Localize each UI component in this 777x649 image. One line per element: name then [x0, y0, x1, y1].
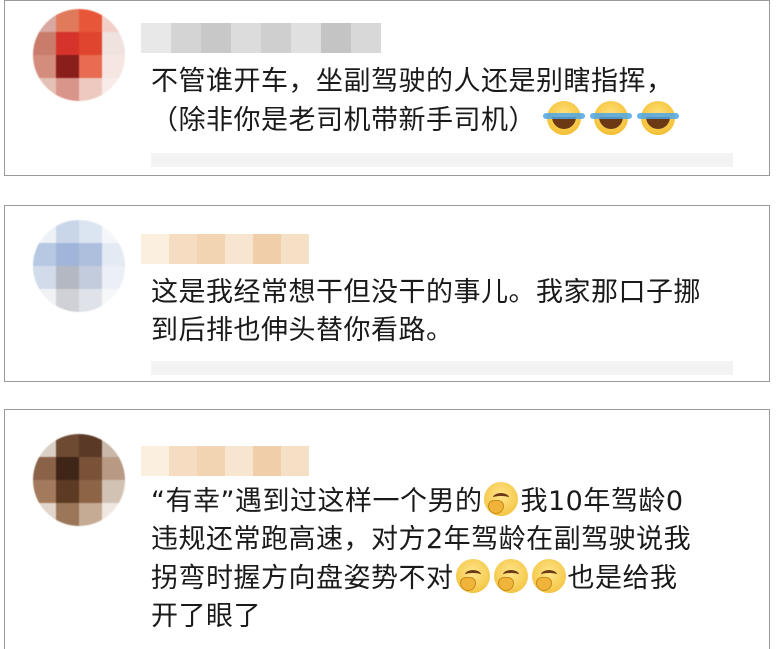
- thinking-emoji-icon: [493, 559, 528, 593]
- comment-line: 这是我经常想干但没干的事儿。我家那口子挪: [151, 277, 701, 308]
- avatar[interactable]: [33, 9, 125, 101]
- comment-line: “有幸”遇到过这样一个男的 我10年驾龄0: [151, 482, 739, 521]
- username-blurred[interactable]: [141, 23, 381, 53]
- comment-line: 开了眼了: [151, 601, 261, 632]
- thinking-emoji-icon: [484, 482, 519, 516]
- comment-text: 这是我经常想干但没干的事儿。我家那口子挪 到后排也伸头替你看路。: [151, 274, 739, 350]
- laugh-crying-emoji-icon: [590, 101, 633, 135]
- thinking-emoji-icon: [455, 559, 490, 593]
- comment-card-2: 这是我经常想干但没干的事儿。我家那口子挪 到后排也伸头替你看路。: [4, 205, 770, 382]
- divider-strip: [151, 153, 733, 167]
- comment-line: 拐弯时握方向盘姿势不对 也是给我: [151, 559, 739, 598]
- thinking-emoji-icon: [531, 559, 566, 593]
- comment-text: “有幸”遇到过这样一个男的 我10年驾龄0 违规还常跑高速，对方2年驾龄在副驾驶说…: [151, 482, 739, 636]
- avatar[interactable]: [33, 220, 125, 312]
- comment-line: 不管谁开车，坐副驾驶的人还是别瞎指挥，: [151, 66, 674, 97]
- comment-line: 到后排也伸头替你看路。: [151, 315, 454, 346]
- laugh-crying-emoji-icon: [543, 101, 586, 135]
- username-blurred[interactable]: [141, 234, 309, 264]
- divider-strip: [151, 361, 733, 375]
- comment-line: 违规还常跑高速，对方2年驾龄在副驾驶说我: [151, 524, 692, 555]
- avatar[interactable]: [33, 434, 125, 526]
- comment-line: （除非你是老司机带新手司机）: [151, 101, 739, 140]
- laugh-crying-emoji-icon: [637, 101, 680, 135]
- comment-card-3: “有幸”遇到过这样一个男的 我10年驾龄0 违规还常跑高速，对方2年驾龄在副驾驶说…: [4, 409, 770, 649]
- username-blurred[interactable]: [141, 446, 309, 476]
- comment-card-1: 不管谁开车，坐副驾驶的人还是别瞎指挥， （除非你是老司机带新手司机）: [4, 0, 770, 176]
- comment-text: 不管谁开车，坐副驾驶的人还是别瞎指挥， （除非你是老司机带新手司机）: [151, 63, 739, 140]
